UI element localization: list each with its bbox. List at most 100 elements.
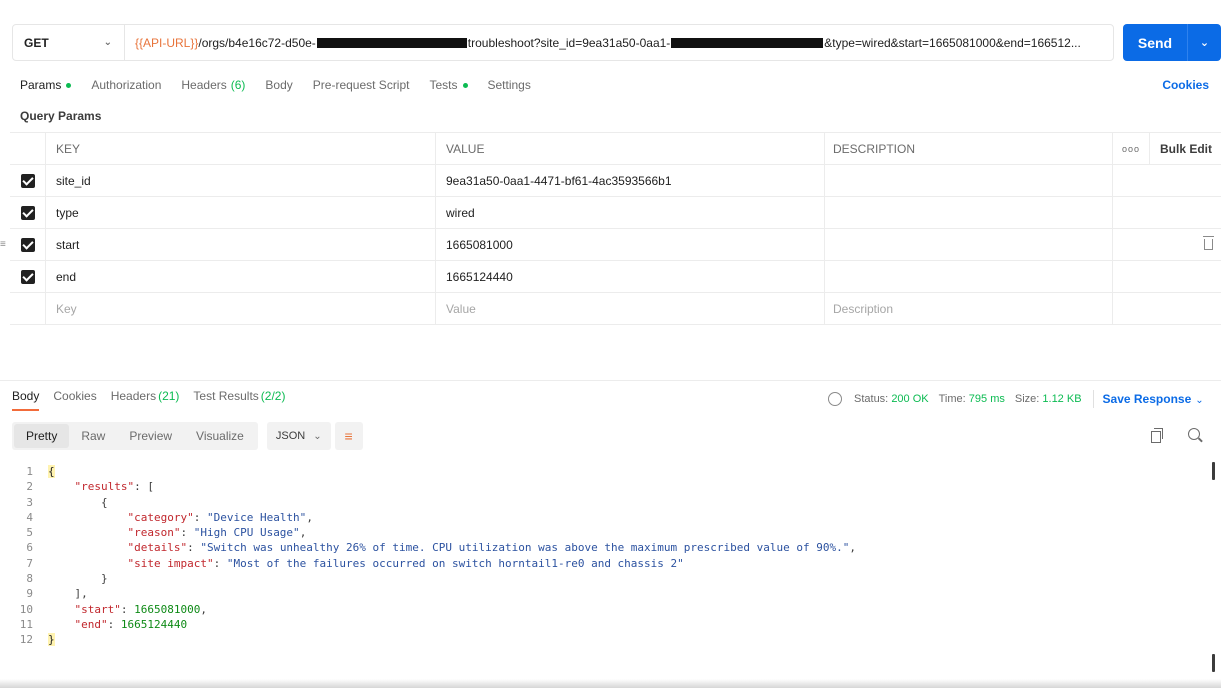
code-line: 8 } — [0, 571, 1221, 586]
scrollbar-thumb[interactable] — [1212, 462, 1215, 480]
row-check-cell — [10, 261, 46, 292]
chevron-down-icon[interactable]: ⌄ — [1188, 36, 1221, 49]
code-key: "details" — [127, 541, 188, 555]
method-label: GET — [24, 35, 49, 50]
format-select[interactable]: JSON ⌄ — [266, 422, 331, 450]
row-checkbox[interactable] — [20, 205, 35, 220]
param-description[interactable] — [825, 197, 1113, 228]
response-code-view[interactable]: 1{ 2 "results": [ 3 { 4 "category": "Dev… — [0, 464, 1221, 648]
row-check-cell — [10, 229, 46, 260]
bulk-edit-button[interactable]: Bulk Edit — [1150, 142, 1212, 156]
redaction-bar — [671, 37, 824, 48]
line-number: 9 — [26, 587, 33, 601]
row-checkbox[interactable] — [20, 173, 35, 188]
line-number: 7 — [26, 556, 33, 570]
column-header-key: KEY — [46, 133, 436, 164]
params-table: KEY VALUE DESCRIPTION ooo Bulk Edit site… — [0, 132, 1221, 325]
line-number: 5 — [26, 526, 33, 540]
tab-tests[interactable]: Tests — [429, 78, 468, 92]
query-params-title: Query Params — [20, 109, 102, 123]
request-tabs: Params Authorization Headers (6) Body Pre… — [20, 78, 551, 92]
tab-response-body[interactable]: Body — [12, 389, 40, 411]
tab-body-label: Body — [265, 78, 293, 92]
view-preview-button[interactable]: Preview — [117, 424, 184, 448]
more-options-icon[interactable]: ooo — [1113, 133, 1150, 164]
time-label: Time: — [938, 393, 966, 405]
table-header-row: KEY VALUE DESCRIPTION ooo Bulk Edit — [10, 133, 1221, 165]
tab-settings-label: Settings — [487, 78, 531, 92]
tab-tests-label: Tests — [429, 78, 458, 92]
headers-count: (6) — [230, 78, 246, 92]
drag-handle-icon[interactable]: ≡ — [0, 239, 6, 250]
tab-params-label: Params — [20, 78, 62, 92]
new-description-input[interactable]: Description — [825, 293, 1113, 324]
tab-prerequest[interactable]: Pre-request Script — [313, 78, 410, 92]
param-description[interactable] — [825, 261, 1113, 292]
tab-response-headers[interactable]: Headers (21) — [111, 389, 180, 411]
tab-authorization[interactable]: Authorization — [91, 78, 161, 92]
param-key[interactable]: site_id — [46, 165, 436, 196]
tab-response-headers-label: Headers — [110, 389, 157, 403]
new-param-row: Key Value Description — [10, 293, 1221, 325]
param-value[interactable]: 9ea31a50-0aa1-4471-bf61-4ac3593566b1 — [436, 165, 825, 196]
status-value[interactable]: 200 OK — [891, 393, 928, 405]
chevron-down-icon: ⌄ — [103, 37, 112, 48]
line-number: 1 — [26, 465, 33, 478]
row-checkbox[interactable] — [20, 237, 35, 252]
line-number: 3 — [26, 495, 33, 509]
response-view-bar: Pretty Raw Preview Visualize JSON ⌄ ≡ — [12, 422, 363, 450]
code-key: "category" — [127, 510, 194, 524]
status-separator — [1092, 390, 1094, 408]
send-button[interactable]: Send ⌄ — [1123, 24, 1221, 61]
cookies-link[interactable]: Cookies — [1162, 78, 1209, 92]
param-value[interactable]: wired — [436, 197, 825, 228]
tab-test-results[interactable]: Test Results (2/2) — [193, 389, 285, 411]
url-input[interactable]: {{API-URL}} /orgs/b4e16c72-d50e- trouble… — [125, 36, 1113, 50]
method-select[interactable]: GET ⌄ — [13, 25, 125, 60]
column-header-value: VALUE — [436, 133, 825, 164]
code-line: 3 { — [0, 495, 1221, 510]
search-icon[interactable] — [1188, 428, 1200, 440]
tab-response-cookies[interactable]: Cookies — [53, 389, 96, 411]
tab-authorization-label: Authorization — [91, 78, 162, 92]
save-response-button[interactable]: Save Response ⌄ — [1103, 392, 1204, 406]
tab-body[interactable]: Body — [265, 78, 292, 92]
code-string: "Switch was unhealthy 26% of time. CPU u… — [200, 541, 850, 555]
row-checkbox[interactable] — [20, 269, 35, 284]
trash-icon[interactable] — [1203, 236, 1214, 250]
view-raw-button[interactable]: Raw — [69, 424, 117, 448]
globe-icon[interactable] — [828, 392, 842, 406]
tab-headers[interactable]: Headers (6) — [181, 78, 245, 92]
new-key-input[interactable]: Key — [46, 293, 436, 324]
tab-settings[interactable]: Settings — [488, 78, 531, 92]
line-number: 6 — [26, 541, 33, 555]
code-key: "site impact" — [127, 556, 214, 570]
row-end-cell — [1113, 261, 1221, 292]
param-key[interactable]: start — [46, 229, 436, 260]
status-label: Status: — [854, 393, 889, 405]
param-description[interactable] — [825, 165, 1113, 196]
scrollbar-thumb[interactable] — [1212, 654, 1215, 672]
chevron-down-icon: ⌄ — [313, 430, 322, 442]
time-value[interactable]: 795 ms — [969, 393, 1005, 405]
wrap-lines-icon[interactable]: ≡ — [334, 422, 363, 450]
active-dot-icon — [462, 82, 468, 88]
table-row: ≡ start 1665081000 — [0, 229, 1221, 261]
size-value[interactable]: 1.12 KB — [1042, 393, 1081, 405]
code-number: 1665081000 — [134, 602, 201, 616]
view-visualize-button[interactable]: Visualize — [184, 424, 256, 448]
copy-icon[interactable] — [1151, 428, 1163, 443]
param-value[interactable]: 1665124440 — [436, 261, 825, 292]
test-results-count: (2/2) — [260, 389, 286, 403]
view-pretty-button[interactable]: Pretty — [14, 424, 70, 448]
new-value-input[interactable]: Value — [436, 293, 825, 324]
tab-params[interactable]: Params — [20, 78, 72, 92]
url-part-3: &type=wired&start=1665081000&end=166512.… — [824, 35, 1081, 50]
line-number: 4 — [26, 510, 33, 524]
param-value[interactable]: 1665081000 — [436, 229, 825, 260]
param-description[interactable] — [825, 229, 1113, 260]
param-key[interactable]: type — [46, 197, 436, 228]
param-key[interactable]: end — [46, 261, 436, 292]
table-row: site_id 9ea31a50-0aa1-4471-bf61-4ac35935… — [10, 165, 1221, 197]
format-label: JSON — [275, 430, 306, 442]
